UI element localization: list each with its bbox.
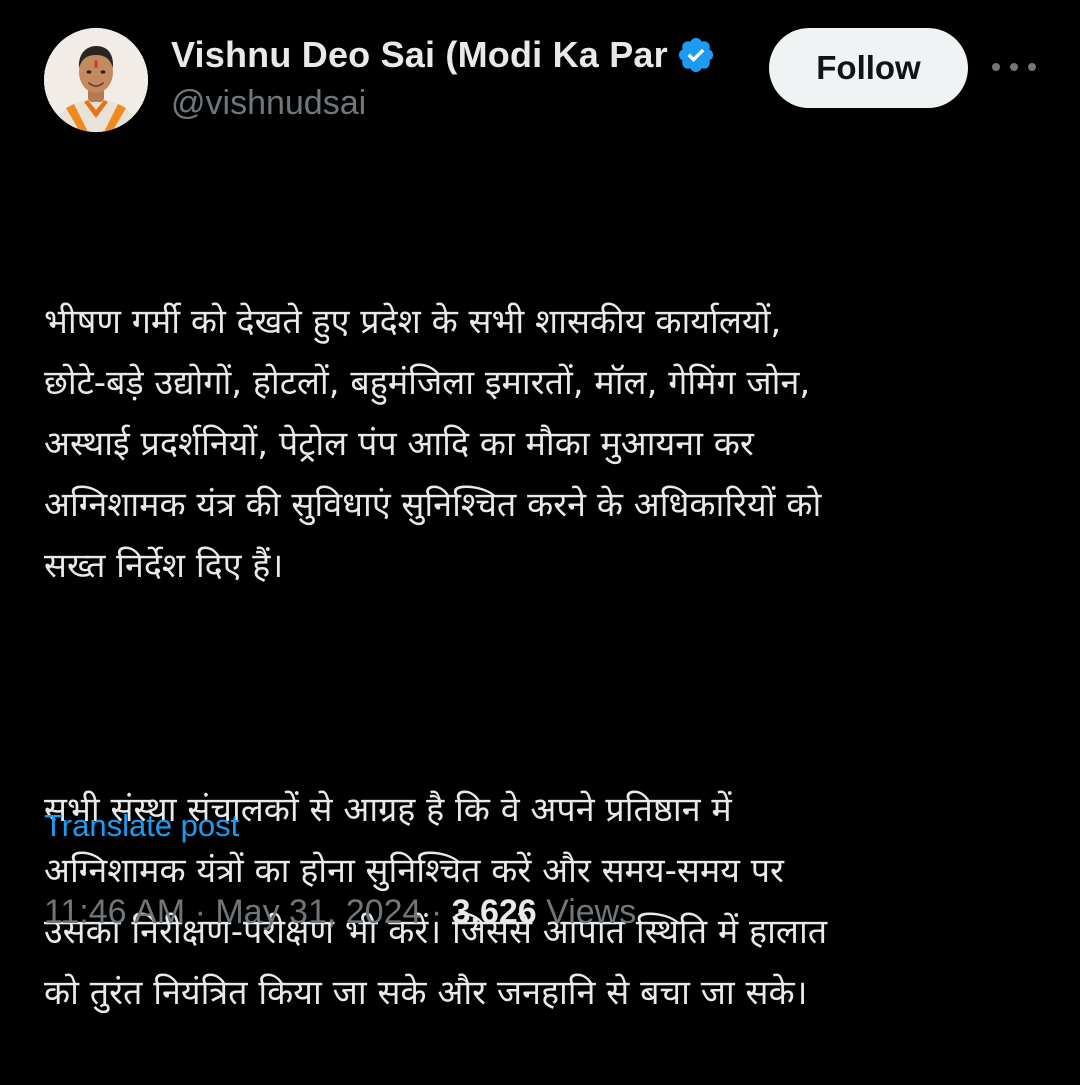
author-handle[interactable]: @vishnudsai xyxy=(171,84,366,123)
avatar-image xyxy=(44,28,148,132)
post-time[interactable]: 11:46 AM xyxy=(44,893,185,931)
post-date[interactable]: May 31, 2024 xyxy=(215,893,421,931)
meta-separator: · xyxy=(421,893,452,931)
more-dot xyxy=(1010,63,1018,71)
tweet-meta: 11:46 AM · May 31, 2024 · 3,626 Views xyxy=(44,893,636,932)
author-name-row[interactable]: Vishnu Deo Sai (Modi Ka Par xyxy=(171,30,751,80)
avatar[interactable] xyxy=(44,28,148,132)
meta-separator: · xyxy=(185,893,216,931)
views-label: Views xyxy=(536,893,637,931)
verified-badge-icon[interactable] xyxy=(676,35,716,75)
views-count: 3,626 xyxy=(451,893,537,931)
more-dot xyxy=(992,63,1000,71)
display-name[interactable]: Vishnu Deo Sai (Modi Ka Par xyxy=(171,34,668,76)
more-dot xyxy=(1028,63,1036,71)
translate-post-link[interactable]: Translate post xyxy=(44,808,239,844)
tweet-paragraph-1: भीषण गर्मी को देखते हुए प्रदेश के सभी शा… xyxy=(44,302,822,586)
follow-button[interactable]: Follow xyxy=(769,28,968,108)
more-icon[interactable] xyxy=(992,52,1036,82)
tweet-header: Vishnu Deo Sai (Modi Ka Par @vishnudsai … xyxy=(0,0,1080,150)
